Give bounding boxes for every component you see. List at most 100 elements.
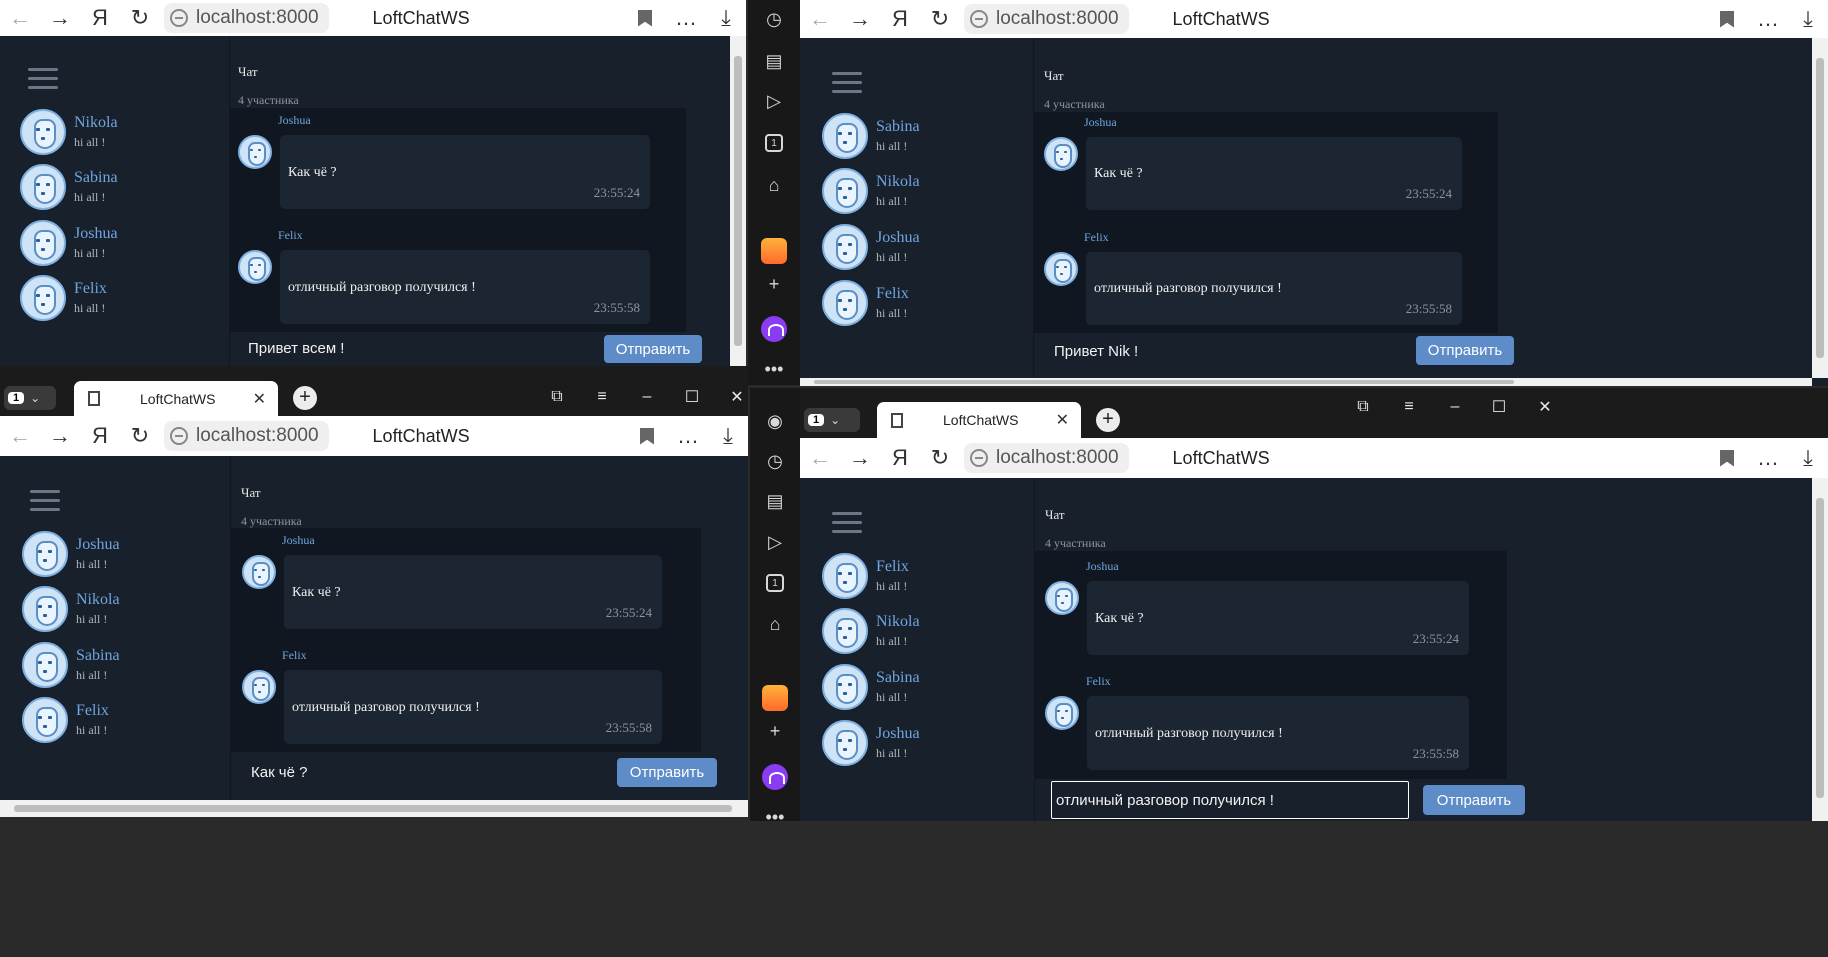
- more-icon[interactable]: …: [668, 416, 708, 456]
- back-arrow-icon[interactable]: ←: [800, 438, 840, 478]
- add-panel-icon[interactable]: +: [762, 718, 788, 744]
- messages-list[interactable]: Joshua Как чё ? 23:55:24 Felix отличный …: [1034, 112, 1498, 333]
- collections-icon[interactable]: ▤: [761, 48, 787, 74]
- browser-tab[interactable]: LoftChatWS ✕: [74, 381, 278, 416]
- messages-list[interactable]: Joshua Как чё ? 23:55:24 Felix отличный …: [230, 108, 686, 332]
- message-input[interactable]: отличный разговор получился !: [1051, 781, 1409, 819]
- site-info-icon[interactable]: [170, 9, 188, 27]
- yandex-icon[interactable]: Я: [80, 416, 120, 456]
- forward-arrow-icon[interactable]: →: [840, 0, 880, 39]
- site-info-icon[interactable]: [970, 449, 988, 467]
- tab-counter-icon[interactable]: 1: [762, 570, 788, 596]
- mail-icon[interactable]: [762, 685, 788, 711]
- new-tab-button[interactable]: +: [1096, 408, 1120, 432]
- bookmark-icon[interactable]: [640, 427, 654, 445]
- bookmark-icon[interactable]: [638, 9, 652, 27]
- close-window-icon[interactable]: ✕: [1530, 392, 1560, 422]
- back-arrow-icon[interactable]: ←: [800, 0, 840, 39]
- message-input[interactable]: Как чё ?: [251, 758, 601, 786]
- hamburger-menu-icon[interactable]: [30, 490, 60, 512]
- user-item[interactable]: Joshua hi all !: [20, 220, 118, 266]
- close-tab-icon[interactable]: ✕: [1056, 410, 1069, 430]
- maximize-icon[interactable]: ☐: [1484, 392, 1514, 422]
- user-item[interactable]: Sabina hi all !: [22, 642, 120, 688]
- user-item[interactable]: Joshua hi all !: [822, 224, 920, 270]
- screenshot-icon[interactable]: ⌂: [761, 172, 787, 198]
- profile-icon[interactable]: ◉: [762, 408, 788, 434]
- reload-icon[interactable]: ↻: [120, 0, 160, 38]
- user-item[interactable]: Felix hi all !: [20, 275, 107, 321]
- vertical-scrollbar[interactable]: [1812, 38, 1828, 378]
- mail-icon[interactable]: [761, 238, 787, 264]
- message-input[interactable]: Привет Nik !: [1054, 337, 1394, 365]
- forward-arrow-icon[interactable]: →: [840, 438, 880, 478]
- user-item[interactable]: Sabina hi all !: [20, 164, 118, 210]
- address-bar[interactable]: localhost:8000: [164, 421, 329, 451]
- user-item[interactable]: Joshua hi all !: [822, 720, 920, 766]
- video-icon[interactable]: ▷: [762, 529, 788, 555]
- menu-icon[interactable]: ≡: [587, 382, 617, 412]
- messages-list[interactable]: Joshua Как чё ? 23:55:24 Felix отличный …: [1035, 551, 1507, 779]
- tab-counter[interactable]: 1 ⌄: [4, 386, 56, 410]
- history-icon[interactable]: ◷: [761, 6, 787, 32]
- yandex-icon[interactable]: Я: [880, 0, 920, 39]
- reload-icon[interactable]: ↻: [920, 438, 960, 478]
- send-button[interactable]: Отправить: [617, 758, 717, 787]
- yandex-icon[interactable]: Я: [880, 438, 920, 478]
- send-button[interactable]: Отправить: [1423, 785, 1525, 815]
- close-tab-icon[interactable]: ✕: [253, 389, 266, 409]
- user-item[interactable]: Joshua hi all !: [22, 531, 120, 577]
- address-bar[interactable]: localhost:8000: [964, 443, 1129, 473]
- send-button[interactable]: Отправить: [604, 335, 702, 363]
- user-item[interactable]: Nikola hi all !: [822, 608, 920, 654]
- user-item[interactable]: Nikola hi all !: [20, 109, 118, 155]
- new-tab-button[interactable]: +: [293, 386, 317, 410]
- download-icon[interactable]: ⤓: [1788, 0, 1828, 39]
- collections-icon[interactable]: ▤: [762, 488, 788, 514]
- add-panel-icon[interactable]: +: [761, 271, 787, 297]
- minimize-icon[interactable]: –: [1440, 392, 1470, 422]
- reload-icon[interactable]: ↻: [120, 416, 160, 456]
- minimize-icon[interactable]: –: [632, 382, 662, 412]
- reload-icon[interactable]: ↻: [920, 0, 960, 39]
- hamburger-menu-icon[interactable]: [832, 512, 862, 534]
- horizontal-scrollbar[interactable]: [0, 800, 748, 817]
- user-item[interactable]: Felix hi all !: [822, 553, 909, 599]
- browser-tab[interactable]: LoftChatWS ✕: [877, 402, 1081, 438]
- menu-icon[interactable]: ≡: [1394, 392, 1424, 422]
- scrollbar-thumb[interactable]: [734, 56, 742, 346]
- back-arrow-icon[interactable]: ←: [0, 0, 40, 38]
- yandex-icon[interactable]: Я: [80, 0, 120, 38]
- video-icon[interactable]: ▷: [761, 88, 787, 114]
- user-item[interactable]: Nikola hi all !: [822, 168, 920, 214]
- more-dots-icon[interactable]: •••: [762, 804, 788, 830]
- send-button[interactable]: Отправить: [1416, 336, 1514, 365]
- screenshot-icon[interactable]: ⌂: [762, 611, 788, 637]
- close-window-icon[interactable]: ✕: [722, 382, 748, 412]
- site-info-icon[interactable]: [170, 427, 188, 445]
- collections-icon[interactable]: ⧉: [542, 382, 572, 412]
- maximize-icon[interactable]: ☐: [677, 382, 707, 412]
- alice-assistant-icon[interactable]: [761, 316, 787, 342]
- vertical-scrollbar[interactable]: [730, 36, 746, 366]
- scrollbar-thumb[interactable]: [14, 805, 732, 812]
- more-icon[interactable]: …: [666, 0, 706, 38]
- tab-counter-icon[interactable]: 1: [761, 130, 787, 156]
- user-item[interactable]: Sabina hi all !: [822, 113, 920, 159]
- messages-list[interactable]: Joshua Как чё ? 23:55:24 Felix отличный …: [231, 528, 701, 752]
- download-icon[interactable]: ⤓: [708, 416, 748, 456]
- hamburger-menu-icon[interactable]: [832, 72, 862, 94]
- user-item[interactable]: Sabina hi all !: [822, 664, 920, 710]
- tab-counter[interactable]: 1 ⌄: [804, 408, 860, 432]
- hamburger-menu-icon[interactable]: [28, 68, 58, 90]
- address-bar[interactable]: localhost:8000: [164, 3, 329, 33]
- scrollbar-thumb[interactable]: [1816, 58, 1824, 358]
- user-item[interactable]: Felix hi all !: [22, 697, 109, 743]
- bookmark-icon[interactable]: [1720, 449, 1734, 467]
- message-input[interactable]: Привет всем !: [248, 334, 588, 362]
- user-item[interactable]: Nikola hi all !: [22, 586, 120, 632]
- download-icon[interactable]: ⤓: [706, 0, 746, 38]
- alice-assistant-icon[interactable]: [762, 764, 788, 790]
- history-icon[interactable]: ◷: [762, 448, 788, 474]
- more-icon[interactable]: …: [1748, 438, 1788, 478]
